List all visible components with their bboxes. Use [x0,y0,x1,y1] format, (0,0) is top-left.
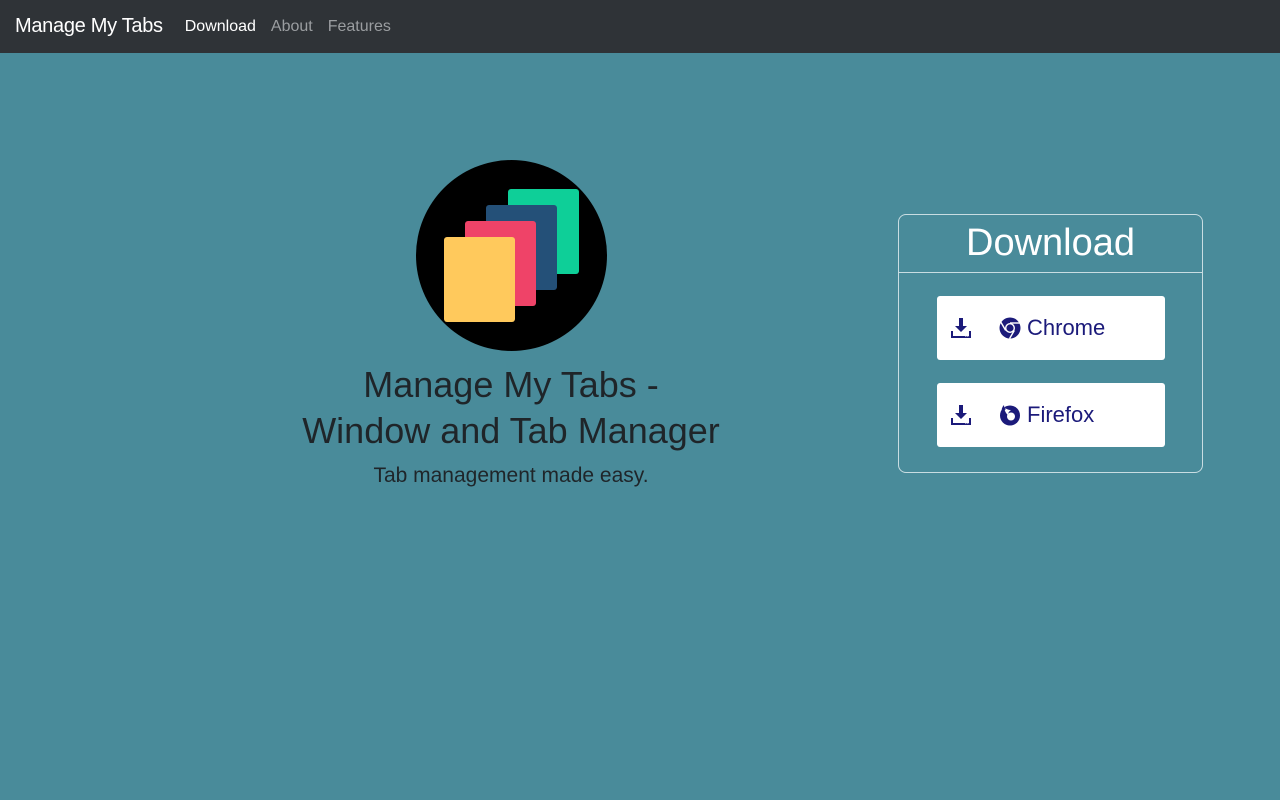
download-icon [949,403,973,427]
chrome-button-label: Chrome [1027,315,1106,340]
top-navbar: Manage My Tabs Download About Features [0,0,1280,53]
firefox-icon [999,404,1021,426]
download-heading: Download [899,215,1202,273]
title-line-2: Window and Tab Manager [302,410,720,451]
nav-link-features[interactable]: Features [328,18,391,36]
download-card: Download Chrome Firefox [898,214,1203,473]
chrome-icon [999,317,1021,339]
title-line-1: Manage My Tabs - [363,364,659,405]
chrome-download-button[interactable]: Chrome [937,296,1165,360]
nav-link-download[interactable]: Download [185,18,256,36]
page-title: Manage My Tabs - Window and Tab Manager [261,362,761,454]
nav-link-about[interactable]: About [271,18,313,36]
app-logo [416,160,607,351]
tagline: Tab management made easy. [373,464,649,487]
download-icon [949,316,973,340]
firefox-download-button[interactable]: Firefox [937,383,1165,447]
firefox-button-label: Firefox [1027,402,1095,427]
brand-link[interactable]: Manage My Tabs [15,15,163,38]
